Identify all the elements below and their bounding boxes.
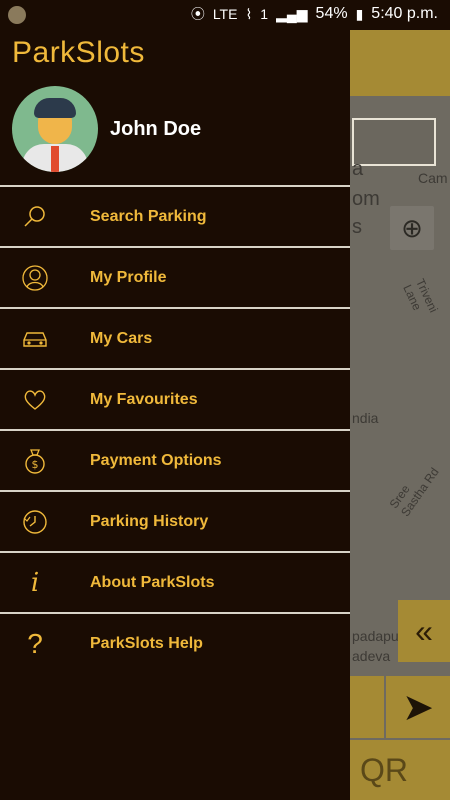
- map-label-a: a: [352, 158, 364, 180]
- menu-item-about-parkslots[interactable]: i About ParkSlots: [0, 551, 350, 612]
- app-notification-icon: [8, 6, 26, 24]
- wifi-icon: ⌇: [245, 5, 253, 22]
- user-profile-header[interactable]: John Doe: [12, 86, 201, 172]
- battery-icon: ▮: [355, 5, 364, 22]
- info-icon: i: [30, 567, 40, 598]
- map-label-om: om: [352, 188, 380, 210]
- menu-item-payment-options[interactable]: $ Payment Options: [0, 429, 350, 490]
- svg-text:$: $: [32, 458, 39, 471]
- qr-button[interactable]: QR: [350, 740, 450, 800]
- expand-panel-button[interactable]: «: [398, 600, 450, 662]
- map-label-s: s: [352, 216, 362, 238]
- status-bar: ⦿ LTE ⌇ 1 ▂▄▆ 54% ▮ 5:40 p.m.: [0, 0, 450, 30]
- menu-label: My Profile: [90, 268, 167, 286]
- double-chevron-left-icon: «: [415, 612, 433, 649]
- crosshair-icon: ⊕: [401, 212, 423, 243]
- menu-item-search-parking[interactable]: Search Parking: [0, 185, 350, 246]
- menu-label: ParkSlots Help: [90, 634, 203, 652]
- avatar[interactable]: [12, 86, 98, 172]
- menu-label: My Cars: [90, 329, 153, 347]
- help-icon: ?: [27, 627, 43, 659]
- map-toolbar: [350, 30, 450, 96]
- menu-label: Search Parking: [90, 207, 207, 225]
- location-icon: ⦿: [190, 6, 205, 22]
- heart-icon: [20, 385, 50, 415]
- user-name: John Doe: [110, 117, 202, 140]
- menu-item-parkslots-help[interactable]: ? ParkSlots Help: [0, 612, 350, 673]
- sim-slot-badge: 1: [260, 6, 269, 22]
- map-label-triveni-lane: Triveni Lane: [400, 276, 441, 315]
- app-title: ParkSlots: [12, 36, 145, 69]
- qr-label: QR: [360, 751, 408, 788]
- profile-icon: [20, 263, 50, 293]
- menu-item-my-profile[interactable]: My Profile: [0, 246, 350, 307]
- lte-indicator: LTE: [212, 6, 238, 22]
- map-label-ndia: ndia: [352, 410, 379, 426]
- drawer-menu: Search Parking My Profile My Cars My Fav…: [0, 185, 350, 673]
- navigate-button[interactable]: ➤: [386, 676, 450, 738]
- map-label-cam: Cam: [418, 170, 448, 186]
- navigation-arrow-icon: ➤: [402, 686, 434, 729]
- clock-history-icon: [20, 507, 50, 537]
- map-label-adeva: adeva: [352, 648, 391, 664]
- my-location-button[interactable]: ⊕: [390, 206, 434, 250]
- menu-item-my-favourites[interactable]: My Favourites: [0, 368, 350, 429]
- map-label-padapu: padapu: [352, 628, 399, 644]
- clock: 5:40 p.m.: [371, 5, 438, 22]
- map-search-box[interactable]: [352, 118, 436, 166]
- menu-label: About ParkSlots: [90, 573, 215, 591]
- map-label-sree-sastha-rd: Sree Sastha Rd: [386, 465, 442, 520]
- menu-label: Parking History: [90, 512, 209, 530]
- map-bottom-button-left[interactable]: [350, 676, 384, 738]
- menu-label: My Favourites: [90, 390, 198, 408]
- navigation-drawer: ParkSlots John Doe Search Parking My Pro…: [0, 30, 350, 800]
- menu-item-my-cars[interactable]: My Cars: [0, 307, 350, 368]
- menu-item-parking-history[interactable]: Parking History: [0, 490, 350, 551]
- money-bag-icon: $: [20, 446, 50, 476]
- menu-label: Payment Options: [90, 451, 222, 469]
- car-icon: [20, 324, 50, 354]
- search-icon: [20, 202, 50, 232]
- battery-percent: 54%: [315, 5, 348, 22]
- signal-icon: ▂▄▆: [276, 5, 308, 22]
- status-icons: ⦿ LTE ⌇ 1 ▂▄▆ 54% ▮ 5:40 p.m.: [191, 4, 438, 24]
